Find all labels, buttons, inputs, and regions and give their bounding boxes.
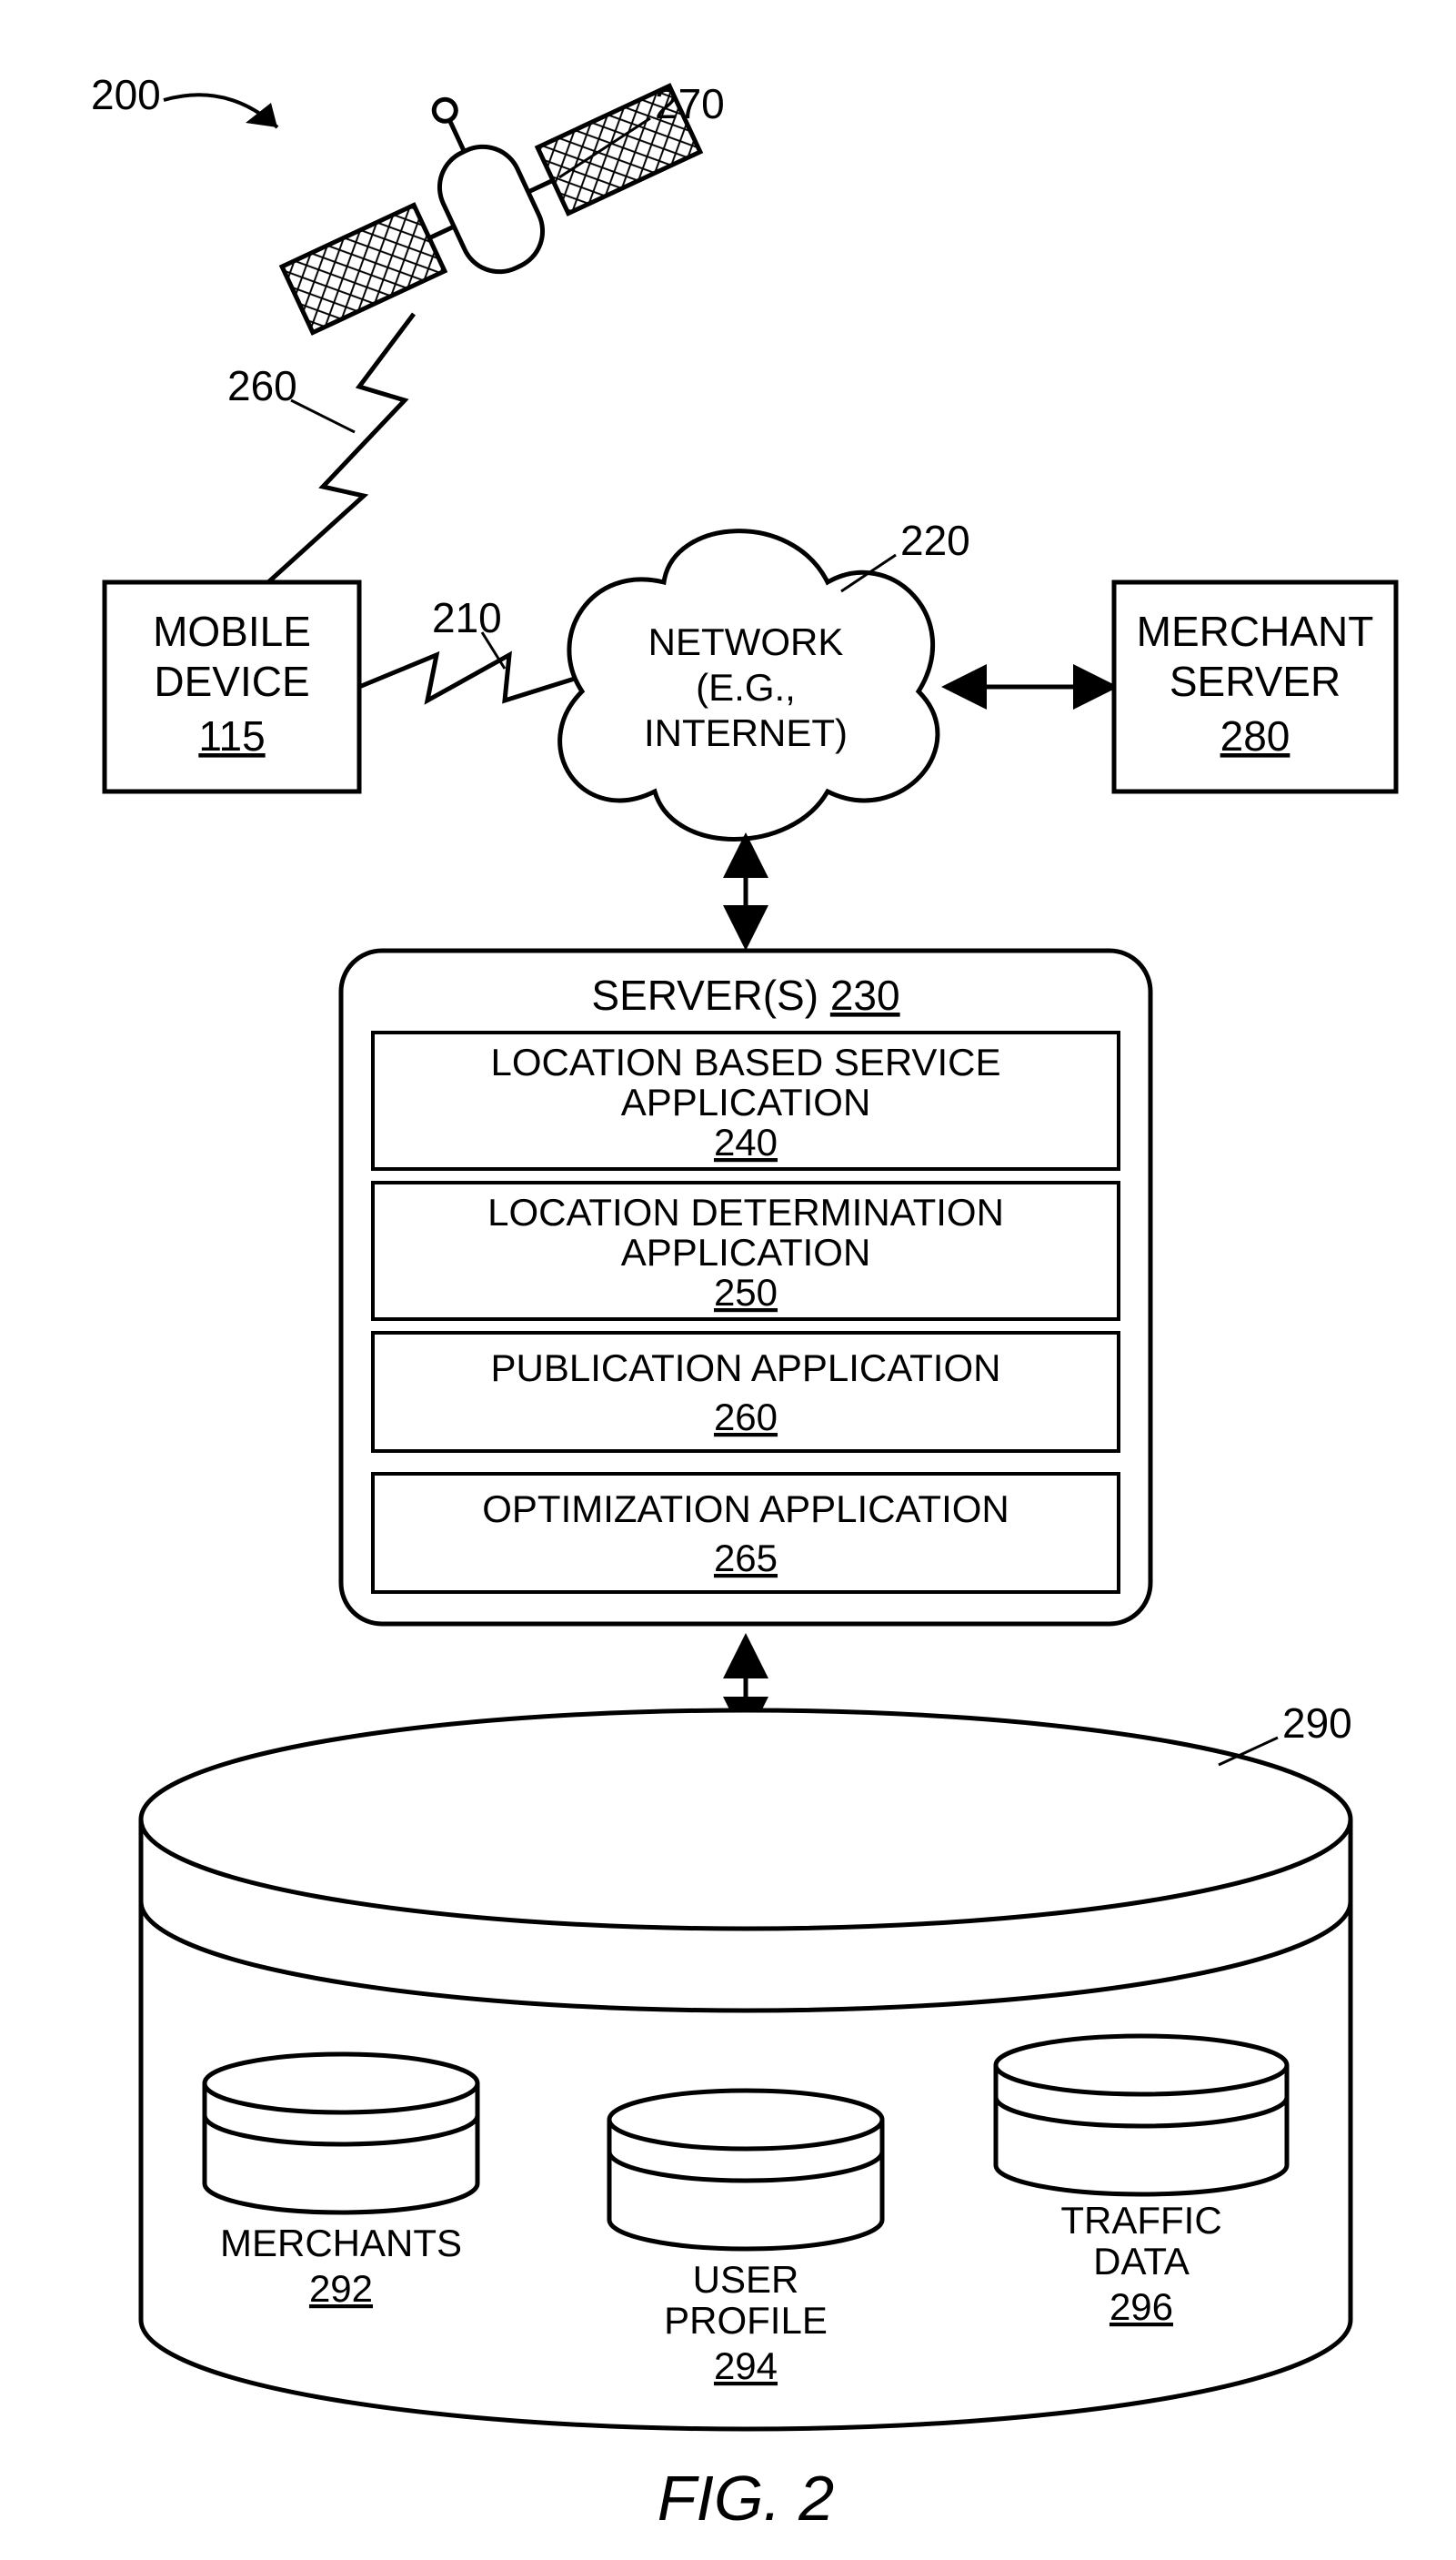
servers-title: SERVER(S) xyxy=(591,972,818,1019)
db-traffic-label1: TRAFFIC xyxy=(1060,2199,1221,2242)
mobile-device-label1: MOBILE xyxy=(153,608,311,655)
network-ref: 220 xyxy=(900,517,970,564)
locdet-label2: APPLICATION xyxy=(621,1231,871,1274)
db-userprof-label2: PROFILE xyxy=(664,2299,828,2342)
lbs-label2: APPLICATION xyxy=(621,1081,871,1124)
figure-label: FIG. 2 xyxy=(658,2463,834,2534)
opt-ref: 265 xyxy=(714,1537,778,1579)
locdet-ref: 250 xyxy=(714,1271,778,1314)
system-ref-label: 200 xyxy=(91,71,161,118)
db-traffic-ref: 296 xyxy=(1110,2285,1173,2328)
diagram-root: 200 270 260 MOBILE DEVICE 115 210 NETWOR… xyxy=(0,0,1456,2560)
mobile-device-ref: 115 xyxy=(198,712,265,760)
locdet-label1: LOCATION DETERMINATION xyxy=(487,1191,1004,1234)
db-merchants-ref: 292 xyxy=(309,2267,373,2310)
servers-ref: 230 xyxy=(830,972,900,1019)
db-ref: 290 xyxy=(1282,1699,1352,1747)
merchant-server-box: MERCHANT SERVER 280 xyxy=(1114,582,1396,791)
mobile-device-label2: DEVICE xyxy=(154,658,309,705)
network-cloud: NETWORK (E.G., INTERNET) xyxy=(560,531,938,840)
sat-link-ref: 260 xyxy=(227,362,297,409)
db-userprof-ref: 294 xyxy=(714,2344,778,2387)
pub-ref: 260 xyxy=(714,1396,778,1438)
opt-label1: OPTIMIZATION APPLICATION xyxy=(482,1487,1009,1530)
db-userprof-label1: USER xyxy=(693,2258,799,2301)
lbs-label1: LOCATION BASED SERVICE xyxy=(491,1041,1001,1083)
network-label3: INTERNET) xyxy=(644,711,848,754)
merchant-server-label2: SERVER xyxy=(1170,658,1341,705)
wireless-link-icon xyxy=(359,655,577,700)
satellite-ref: 270 xyxy=(655,80,725,127)
db-merchants-label: MERCHANTS xyxy=(220,2222,462,2264)
mobile-device-box: MOBILE DEVICE 115 xyxy=(105,582,359,791)
wireless-link-ref: 210 xyxy=(432,594,502,641)
pub-label1: PUBLICATION APPLICATION xyxy=(491,1346,1001,1389)
db-traffic-label2: DATA xyxy=(1093,2240,1190,2283)
lbs-ref: 240 xyxy=(714,1121,778,1164)
svg-text:SERVER(S) 230: SERVER(S) 230 xyxy=(591,972,899,1019)
merchant-server-ref: 280 xyxy=(1220,712,1290,760)
network-label2: (E.G., xyxy=(696,666,796,709)
merchant-server-label1: MERCHANT xyxy=(1137,608,1374,655)
satellite-icon xyxy=(246,10,711,358)
sat-link-icon xyxy=(268,314,414,582)
servers-box: SERVER(S) 230 LOCATION BASED SERVICE APP… xyxy=(341,951,1150,1624)
network-label1: NETWORK xyxy=(648,620,844,663)
